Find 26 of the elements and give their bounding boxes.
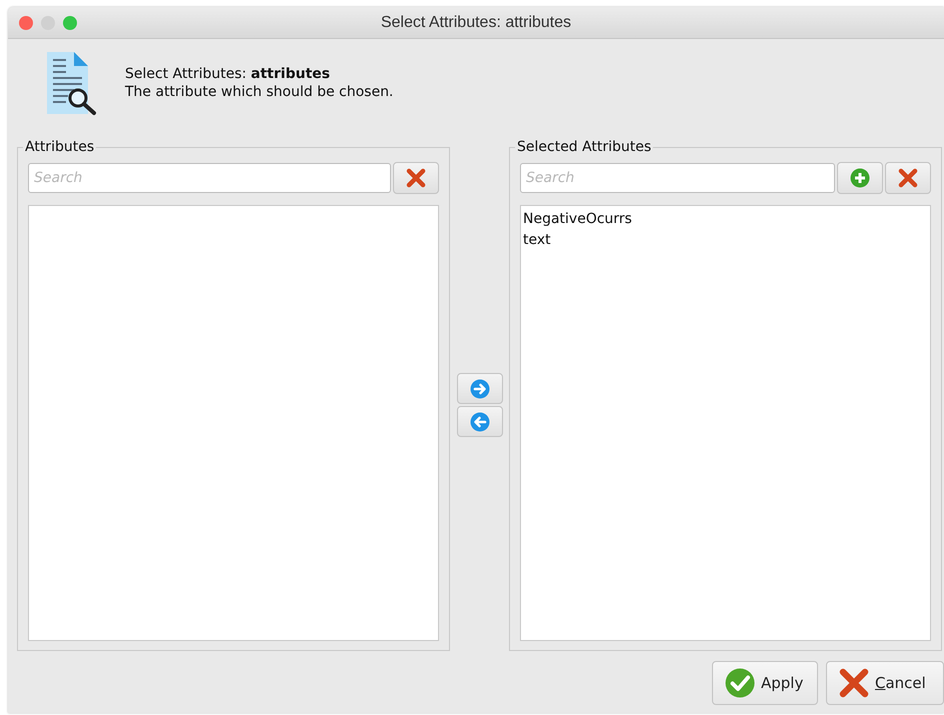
window-title: Select Attributes: attributes (380, 14, 572, 32)
list-item[interactable]: text (523, 230, 551, 251)
document-search-icon (44, 50, 98, 116)
search-field[interactable]: Search (520, 163, 835, 193)
zoom-button[interactable] (63, 16, 77, 30)
checkmark-icon (725, 668, 755, 698)
close-icon (839, 668, 869, 698)
dialog-heading: Select Attributes: attributes (125, 65, 330, 83)
cancel-button[interactable]: Cancel (826, 661, 944, 705)
list-item[interactable]: NegativeOcurrs (523, 209, 632, 230)
clear-button[interactable] (393, 162, 439, 194)
apply-button[interactable]: Apply (712, 661, 818, 705)
clear-button[interactable] (885, 162, 931, 194)
dialog-description: The attribute which should be chosen. (125, 83, 394, 101)
plus-icon (850, 168, 870, 188)
move-left-button[interactable] (456, 406, 502, 437)
close-icon (898, 168, 918, 188)
arrow-left-icon (470, 412, 490, 432)
close-button[interactable] (19, 16, 33, 30)
search-field[interactable]: Search (28, 163, 391, 193)
panel-title: Selected Attributes (516, 139, 652, 155)
panel-title: Attributes (24, 139, 96, 155)
close-icon (406, 168, 426, 188)
arrow-right-icon (470, 378, 490, 398)
add-button[interactable] (837, 162, 883, 194)
move-right-button[interactable] (456, 373, 502, 404)
